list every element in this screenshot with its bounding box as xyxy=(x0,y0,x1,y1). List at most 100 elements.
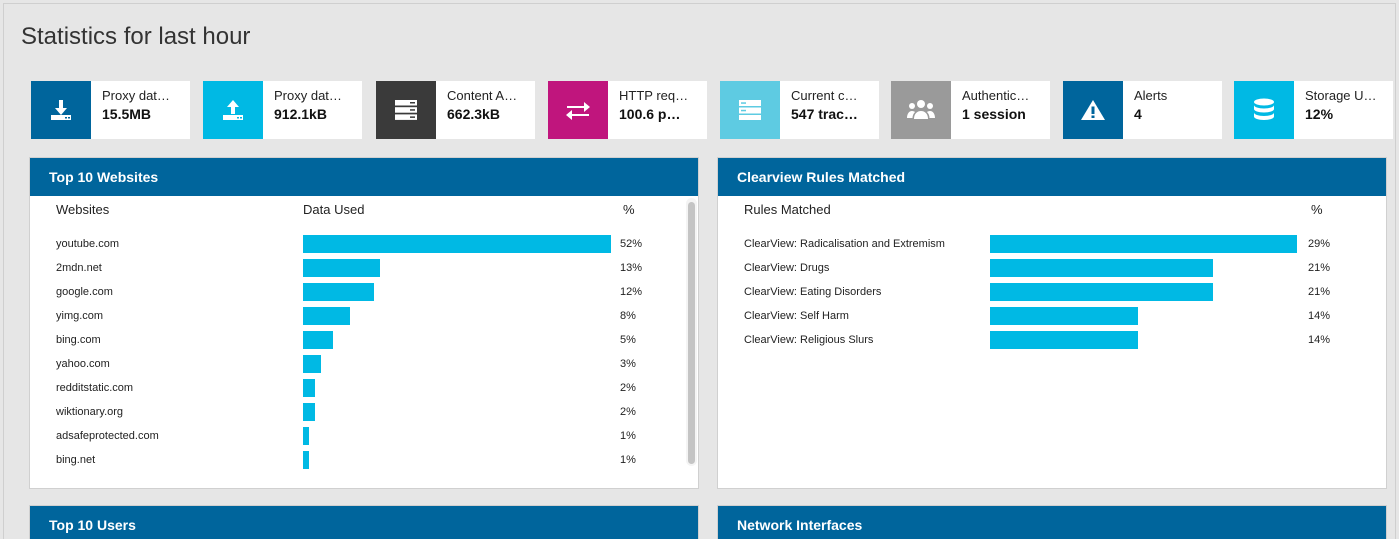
dashboard-frame: Statistics for last hour Proxy dat… 15.5… xyxy=(3,3,1396,539)
scrollbar-thumb[interactable] xyxy=(688,202,695,464)
table-row[interactable]: redditstatic.com 2% xyxy=(30,378,698,402)
row-label: ClearView: Self Harm xyxy=(744,310,849,322)
warning-icon xyxy=(1063,81,1123,139)
stat-label: Content A… xyxy=(447,88,518,103)
row-label: 2mdn.net xyxy=(56,262,102,274)
row-label: adsafeprotected.com xyxy=(56,430,159,442)
table-row[interactable]: google.com 12% xyxy=(30,282,698,306)
stat-value: 4 xyxy=(1134,106,1142,122)
stat-tile-proxy-upload[interactable]: Proxy dat… 912.1kB xyxy=(203,81,362,139)
data-bar xyxy=(303,283,374,301)
row-label: ClearView: Religious Slurs xyxy=(744,334,874,346)
row-percent: 52% xyxy=(620,238,643,250)
stat-value: 1 session xyxy=(962,106,1026,122)
users-icon xyxy=(891,81,951,139)
table-row[interactable]: wiktionary.org 2% xyxy=(30,402,698,426)
server-icon xyxy=(376,81,436,139)
column-header-percent: % xyxy=(1311,202,1323,217)
table-row[interactable]: 2mdn.net 13% xyxy=(30,258,698,282)
column-header-rules: Rules Matched xyxy=(744,202,831,217)
row-label: redditstatic.com xyxy=(56,382,134,394)
websites-scrollbar[interactable] xyxy=(686,198,697,466)
stat-value: 912.1kB xyxy=(274,106,327,122)
row-label: youtube.com xyxy=(56,238,119,250)
row-percent: 8% xyxy=(620,310,636,322)
panel-title: Clearview Rules Matched xyxy=(718,158,1386,196)
row-percent: 21% xyxy=(1308,262,1331,274)
stat-value: 662.3kB xyxy=(447,106,500,122)
server-stack-icon xyxy=(720,81,780,139)
table-row[interactable]: ClearView: Self Harm 14% xyxy=(718,306,1386,330)
stat-label: Authentic… xyxy=(962,88,1030,103)
data-bar xyxy=(990,331,1138,349)
table-row[interactable]: adsafeprotected.com 1% xyxy=(30,426,698,450)
stat-tile-current-connections[interactable]: Current c… 547 trac… xyxy=(720,81,879,139)
table-row[interactable]: yahoo.com 3% xyxy=(30,354,698,378)
top-websites-panel: Top 10 Websites Websites Data Used % you… xyxy=(29,157,699,489)
download-icon xyxy=(31,81,91,139)
row-label: ClearView: Radicalisation and Extremism xyxy=(744,238,945,250)
row-label: ClearView: Eating Disorders xyxy=(744,286,882,298)
stat-value: 100.6 p… xyxy=(619,106,681,122)
row-percent: 3% xyxy=(620,358,636,370)
row-percent: 1% xyxy=(620,430,636,442)
table-row[interactable]: youtube.com 52% xyxy=(30,234,698,258)
stat-value: 12% xyxy=(1305,106,1334,122)
stat-label: Current c… xyxy=(791,88,858,103)
data-bar xyxy=(303,379,315,397)
row-percent: 14% xyxy=(1308,334,1331,346)
panel-title: Top 10 Users xyxy=(30,506,698,539)
stat-tile-content-analysis[interactable]: Content A… 662.3kB xyxy=(376,81,535,139)
table-row[interactable]: ClearView: Eating Disorders 21% xyxy=(718,282,1386,306)
row-percent: 5% xyxy=(620,334,636,346)
row-label: yahoo.com xyxy=(56,358,110,370)
row-percent: 12% xyxy=(620,286,643,298)
column-header-websites: Websites xyxy=(56,202,110,217)
row-label: google.com xyxy=(56,286,113,298)
row-percent: 2% xyxy=(620,382,636,394)
data-bar xyxy=(303,331,333,349)
row-percent: 21% xyxy=(1308,286,1331,298)
row-label: ClearView: Drugs xyxy=(744,262,830,274)
stat-label: Alerts xyxy=(1134,88,1168,103)
row-percent: 2% xyxy=(620,406,636,418)
table-row[interactable]: ClearView: Religious Slurs 14% xyxy=(718,330,1386,354)
panel-title: Top 10 Websites xyxy=(30,158,698,196)
row-percent: 29% xyxy=(1308,238,1331,250)
row-percent: 13% xyxy=(620,262,643,274)
row-label: bing.net xyxy=(56,454,96,466)
stat-tile-http-requests[interactable]: HTTP req… 100.6 p… xyxy=(548,81,707,139)
stat-label: HTTP req… xyxy=(619,88,689,103)
stat-tiles: Proxy dat… 15.5MB Proxy dat… 912.1kB Con… xyxy=(31,81,1393,139)
data-bar xyxy=(990,259,1213,277)
stat-label: Proxy dat… xyxy=(102,88,170,103)
table-row[interactable]: ClearView: Drugs 21% xyxy=(718,258,1386,282)
clearview-rules-panel: Clearview Rules Matched Rules Matched % … xyxy=(717,157,1387,489)
table-row[interactable]: ClearView: Radicalisation and Extremism 2… xyxy=(718,234,1386,258)
stat-tile-storage-usage[interactable]: Storage U… 12% xyxy=(1234,81,1393,139)
stat-tile-proxy-download[interactable]: Proxy dat… 15.5MB xyxy=(31,81,190,139)
column-header-percent: % xyxy=(623,202,635,217)
table-row[interactable]: bing.com 5% xyxy=(30,330,698,354)
stat-tile-alerts[interactable]: Alerts 4 xyxy=(1063,81,1222,139)
row-label: wiktionary.org xyxy=(56,406,124,418)
row-label: bing.com xyxy=(56,334,101,346)
exchange-arrows-icon xyxy=(548,81,608,139)
stat-value: 547 trac… xyxy=(791,106,858,122)
data-bar xyxy=(990,283,1213,301)
database-icon xyxy=(1234,81,1294,139)
upload-icon xyxy=(203,81,263,139)
data-bar xyxy=(303,235,611,253)
table-row[interactable]: yimg.com 8% xyxy=(30,306,698,330)
data-bar xyxy=(303,403,315,421)
row-label: yimg.com xyxy=(56,310,104,322)
top-users-panel: Top 10 Users xyxy=(29,505,699,539)
page-title: Statistics for last hour xyxy=(21,23,251,50)
data-bar xyxy=(303,451,309,469)
stat-value: 15.5MB xyxy=(102,106,152,122)
column-header-data-used: Data Used xyxy=(303,202,365,217)
stat-tile-authenticated-sessions[interactable]: Authentic… 1 session xyxy=(891,81,1050,139)
stat-label: Storage U… xyxy=(1305,88,1377,103)
table-row[interactable]: bing.net 1% xyxy=(30,450,698,474)
data-bar xyxy=(303,307,350,325)
